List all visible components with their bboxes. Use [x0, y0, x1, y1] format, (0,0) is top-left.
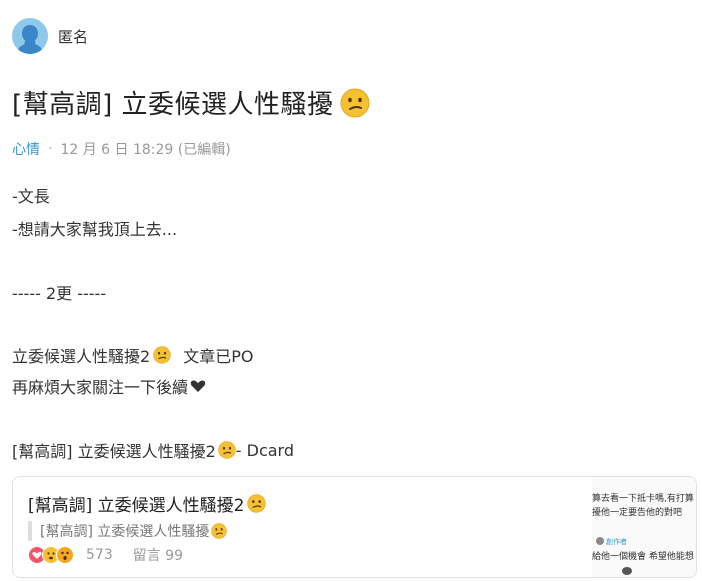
black-heart-icon [190, 378, 206, 394]
post-date: 12 月 6 日 18:29 (已編輯) [60, 142, 231, 158]
card-thumbnail: 算去看一下抵卡嗎,有打算 擾他一定要告他的對吧 創作者 給他一個機會 希望他能想 [592, 477, 696, 577]
link-preview-card[interactable]: [幫高調] 立委候選人性騷擾2 [幫高調] 立委候選人性騷擾 573 留言 99… [12, 476, 697, 578]
post-meta: 心情 · 12 月 6 日 18:29 (已編輯) [12, 139, 231, 159]
card-title-text[interactable]: [幫高調] 立委候選人性騷擾2 [28, 491, 244, 516]
card-excerpt: [幫高調] 立委候選人性騷擾 [28, 521, 228, 541]
wow-reaction-icon [56, 546, 74, 564]
body-text: 再麻煩大家關注一下後續 [12, 378, 189, 397]
thumbnail-text: 算去看一下抵卡嗎,有打算 [592, 494, 694, 504]
body-line: 再麻煩大家關注一下後續 [12, 374, 206, 398]
thumbnail-text: 給他一個機會 希望他能想 [592, 552, 694, 562]
confused-face-emoji [211, 523, 228, 539]
post-author[interactable]: 匿名 [12, 18, 88, 54]
body-line: ----- 2更 ----- [12, 280, 106, 304]
confused-face-emoji [340, 88, 370, 118]
thumbnail-reaction-icon [622, 567, 632, 575]
thumbnail-text: 擾他一定要告他的對吧 [592, 508, 683, 518]
card-title[interactable]: [幫高調] 立委候選人性騷擾2 [28, 491, 267, 516]
body-line: 立委候選人性騷擾2 文章已PO [12, 343, 253, 367]
anonymous-avatar-icon[interactable] [12, 18, 48, 54]
post-title-text: [幫高調] 立委候選人性騷擾 [12, 90, 334, 120]
thumbnail-avatar-icon [596, 537, 604, 545]
thumbnail-tag: 創作者 [606, 538, 627, 546]
post-title: [幫高調] 立委候選人性騷擾 [12, 84, 370, 121]
forum-link[interactable]: 心情 [12, 139, 40, 159]
post-link-suffix[interactable]: - Dcard [236, 441, 294, 460]
confused-face-emoji [247, 494, 267, 513]
comment-count: 留言 99 [132, 548, 183, 564]
body-line: -文長 [12, 183, 50, 207]
body-text: 立委候選人性騷擾2 [12, 347, 151, 366]
confused-face-emoji [218, 441, 236, 459]
body-text: -文長 [12, 187, 50, 206]
card-stats: 573 留言 99 [28, 545, 183, 565]
card-excerpt-text: [幫高調] 立委候選人性騷擾 [40, 524, 210, 540]
body-text: 文章已PO [183, 347, 254, 366]
reaction-count: 573 [86, 547, 113, 563]
body-line[interactable]: [幫高調] 立委候選人性騷擾2 - Dcard [12, 438, 294, 462]
body-line: -想請大家幫我頂上去... [12, 216, 177, 240]
post-link-text[interactable]: [幫高調] 立委候選人性騷擾2 [12, 438, 216, 462]
author-name[interactable]: 匿名 [58, 26, 88, 47]
confused-face-emoji [153, 346, 171, 364]
body-text: ----- 2更 ----- [12, 284, 107, 303]
reaction-icons [28, 546, 74, 564]
body-text: -想請大家幫我頂上去... [12, 220, 178, 239]
meta-separator: · [48, 141, 53, 157]
